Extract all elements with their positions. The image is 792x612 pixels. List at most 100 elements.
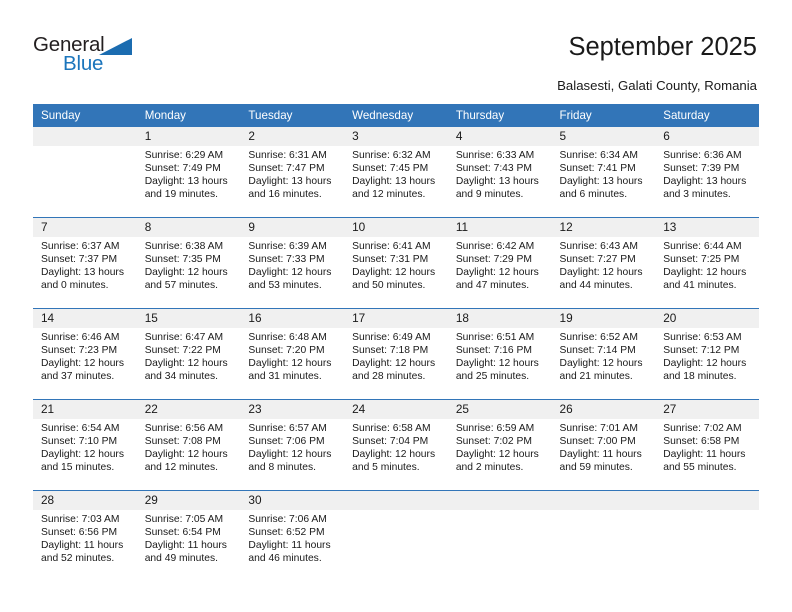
day-number: 25 — [447, 400, 552, 419]
daylight-duration-line1: Daylight: 12 hours — [248, 267, 332, 279]
day-number: 8 — [136, 218, 241, 237]
sunset-time: Sunset: 7:22 PM — [144, 345, 221, 357]
daylight-duration-line1: Daylight: 11 hours — [248, 540, 331, 552]
calendar-cell: 2 Sunrise: 6:31 AM Sunset: 7:47 PM Daylight… — [240, 127, 345, 218]
day-number: 13 — [655, 218, 759, 237]
day-details — [448, 510, 552, 513]
day-cell[interactable]: 29 Sunrise: 7:05 AM Sunset: 6:54 PM Dayligh… — [136, 491, 241, 581]
day-cell[interactable]: 30 Sunrise: 7:06 AM Sunset: 6:52 PM Dayligh… — [240, 491, 345, 581]
sunset-time: Sunset: 7:08 PM — [144, 436, 221, 448]
daylight-duration-line1: Daylight: 13 hours — [144, 176, 228, 188]
sunset-time: Sunset: 6:54 PM — [144, 527, 221, 539]
day-cell[interactable]: 17 Sunrise: 6:49 AM Sunset: 7:18 PM Dayligh… — [344, 309, 448, 399]
calendar-cell: 15 Sunrise: 6:47 AM Sunset: 7:22 PM Dayligh… — [136, 308, 241, 400]
daylight-duration-line2: and 16 minutes. — [248, 189, 322, 201]
sunset-time: Sunset: 7:31 PM — [352, 254, 429, 266]
day-cell-empty — [33, 127, 137, 217]
calendar-cell — [655, 490, 759, 581]
calendar-cell: 19 Sunrise: 6:52 AM Sunset: 7:14 PM Dayligh… — [551, 308, 656, 400]
day-cell[interactable]: 25 Sunrise: 6:59 AM Sunset: 7:02 PM Dayligh… — [447, 400, 552, 490]
day-cell[interactable]: 6 Sunrise: 6:36 AM Sunset: 7:39 PM Daylight… — [655, 127, 759, 217]
day-number: 2 — [240, 127, 345, 146]
sunset-time: Sunset: 7:33 PM — [248, 254, 325, 266]
daylight-duration-line2: and 46 minutes. — [248, 553, 322, 565]
sunrise-time: Sunrise: 6:47 AM — [144, 332, 224, 343]
day-cell[interactable]: 15 Sunrise: 6:47 AM Sunset: 7:22 PM Dayligh… — [136, 309, 241, 399]
sunset-time: Sunset: 7:00 PM — [559, 436, 636, 448]
day-cell[interactable]: 26 Sunrise: 7:01 AM Sunset: 7:00 PM Dayligh… — [551, 400, 656, 490]
day-number: 27 — [655, 400, 759, 419]
day-cell[interactable]: 28 Sunrise: 7:03 AM Sunset: 6:56 PM Dayligh… — [33, 491, 137, 581]
daylight-duration-line1: Daylight: 11 hours — [663, 449, 746, 461]
calendar-cell — [551, 490, 656, 581]
day-cell[interactable]: 18 Sunrise: 6:51 AM Sunset: 7:16 PM Dayligh… — [447, 309, 552, 399]
day-number: 19 — [551, 309, 656, 328]
daylight-duration-line2: and 5 minutes. — [352, 462, 420, 474]
day-cell[interactable]: 12 Sunrise: 6:43 AM Sunset: 7:27 PM Dayligh… — [551, 218, 656, 308]
sunset-time: Sunset: 7:14 PM — [559, 345, 636, 357]
day-cell[interactable]: 7 Sunrise: 6:37 AM Sunset: 7:37 PM Daylight… — [33, 218, 137, 308]
sunset-time: Sunset: 6:52 PM — [248, 527, 325, 539]
day-details: Sunrise: 6:48 AM Sunset: 7:20 PM Daylight:… — [240, 328, 344, 383]
daylight-duration-line2: and 8 minutes. — [248, 462, 316, 474]
day-cell-empty — [551, 491, 656, 581]
day-cell[interactable]: 22 Sunrise: 6:56 AM Sunset: 7:08 PM Dayligh… — [136, 400, 241, 490]
sunrise-time: Sunrise: 6:39 AM — [248, 241, 327, 252]
day-cell[interactable]: 9 Sunrise: 6:39 AM Sunset: 7:33 PM Daylight… — [240, 218, 345, 308]
day-cell[interactable]: 13 Sunrise: 6:44 AM Sunset: 7:25 PM Dayligh… — [655, 218, 759, 308]
day-number: 9 — [240, 218, 345, 237]
sunrise-time: Sunrise: 6:56 AM — [144, 423, 224, 434]
sunset-time: Sunset: 7:37 PM — [41, 254, 118, 266]
day-cell-empty — [447, 491, 552, 581]
general-blue-logo[interactable]: General Blue — [33, 33, 153, 85]
day-cell[interactable]: 2 Sunrise: 6:31 AM Sunset: 7:47 PM Daylight… — [240, 127, 345, 217]
day-cell-empty — [344, 491, 448, 581]
day-cell[interactable]: 4 Sunrise: 6:33 AM Sunset: 7:43 PM Daylight… — [447, 127, 552, 217]
calendar-page: General Blue September 2025 Balasesti, G… — [0, 0, 792, 612]
day-cell[interactable]: 19 Sunrise: 6:52 AM Sunset: 7:14 PM Dayligh… — [551, 309, 656, 399]
day-cell[interactable]: 10 Sunrise: 6:41 AM Sunset: 7:31 PM Dayligh… — [344, 218, 448, 308]
day-number: 7 — [33, 218, 137, 237]
day-cell[interactable]: 24 Sunrise: 6:58 AM Sunset: 7:04 PM Dayligh… — [344, 400, 448, 490]
day-details: Sunrise: 6:58 AM Sunset: 7:04 PM Daylight:… — [344, 419, 448, 474]
day-cell[interactable]: 11 Sunrise: 6:42 AM Sunset: 7:29 PM Dayligh… — [447, 218, 552, 308]
sunrise-time: Sunrise: 6:59 AM — [455, 423, 535, 434]
day-cell[interactable]: 23 Sunrise: 6:57 AM Sunset: 7:06 PM Dayligh… — [240, 400, 345, 490]
sunrise-time: Sunrise: 6:42 AM — [455, 241, 535, 252]
day-cell[interactable]: 5 Sunrise: 6:34 AM Sunset: 7:41 PM Daylight… — [551, 127, 656, 217]
sunset-time: Sunset: 7:25 PM — [663, 254, 740, 266]
day-number: 15 — [136, 309, 241, 328]
daylight-duration-line2: and 53 minutes. — [248, 280, 322, 292]
calendar-cell — [344, 490, 448, 581]
daylight-duration-line1: Daylight: 13 hours — [248, 176, 332, 188]
day-cell[interactable]: 8 Sunrise: 6:38 AM Sunset: 7:35 PM Daylight… — [136, 218, 241, 308]
day-details: Sunrise: 6:49 AM Sunset: 7:18 PM Daylight:… — [344, 328, 448, 383]
day-cell[interactable]: 20 Sunrise: 6:53 AM Sunset: 7:12 PM Dayligh… — [655, 309, 759, 399]
day-number: 10 — [344, 218, 448, 237]
calendar-cell: 28 Sunrise: 7:03 AM Sunset: 6:56 PM Dayligh… — [33, 490, 137, 581]
day-details: Sunrise: 6:37 AM Sunset: 7:37 PM Daylight:… — [33, 237, 137, 292]
daylight-duration-line2: and 28 minutes. — [352, 371, 426, 383]
day-details: Sunrise: 6:56 AM Sunset: 7:08 PM Daylight:… — [137, 419, 241, 474]
daylight-duration-line1: Daylight: 12 hours — [455, 358, 539, 370]
weekday-header-row: Sunday Monday Tuesday Wednesday Thursday… — [33, 104, 759, 127]
sunset-time: Sunset: 7:04 PM — [352, 436, 429, 448]
daylight-duration-line2: and 9 minutes. — [455, 189, 524, 201]
daylight-duration-line2: and 31 minutes. — [248, 371, 322, 383]
sunrise-time: Sunrise: 6:34 AM — [559, 150, 638, 161]
weekday-header-thursday: Thursday — [447, 104, 552, 127]
day-cell[interactable]: 27 Sunrise: 7:02 AM Sunset: 6:58 PM Dayligh… — [655, 400, 759, 490]
day-cell[interactable]: 14 Sunrise: 6:46 AM Sunset: 7:23 PM Dayligh… — [33, 309, 137, 399]
sunrise-time: Sunrise: 7:05 AM — [144, 514, 224, 525]
day-cell[interactable]: 1 Sunrise: 6:29 AM Sunset: 7:49 PM Daylight… — [136, 127, 241, 217]
day-cell[interactable]: 21 Sunrise: 6:54 AM Sunset: 7:10 PM Dayligh… — [33, 400, 137, 490]
daylight-duration-line2: and 52 minutes. — [41, 553, 115, 565]
day-number — [344, 491, 448, 510]
day-cell[interactable]: 3 Sunrise: 6:32 AM Sunset: 7:45 PM Daylight… — [344, 127, 448, 217]
day-cell[interactable]: 16 Sunrise: 6:48 AM Sunset: 7:20 PM Dayligh… — [240, 309, 345, 399]
sunset-time: Sunset: 7:12 PM — [663, 345, 740, 357]
daylight-duration-line1: Daylight: 12 hours — [144, 267, 228, 279]
day-number — [447, 491, 552, 510]
sunset-time: Sunset: 6:56 PM — [41, 527, 118, 539]
sunset-time: Sunset: 7:39 PM — [663, 163, 740, 175]
